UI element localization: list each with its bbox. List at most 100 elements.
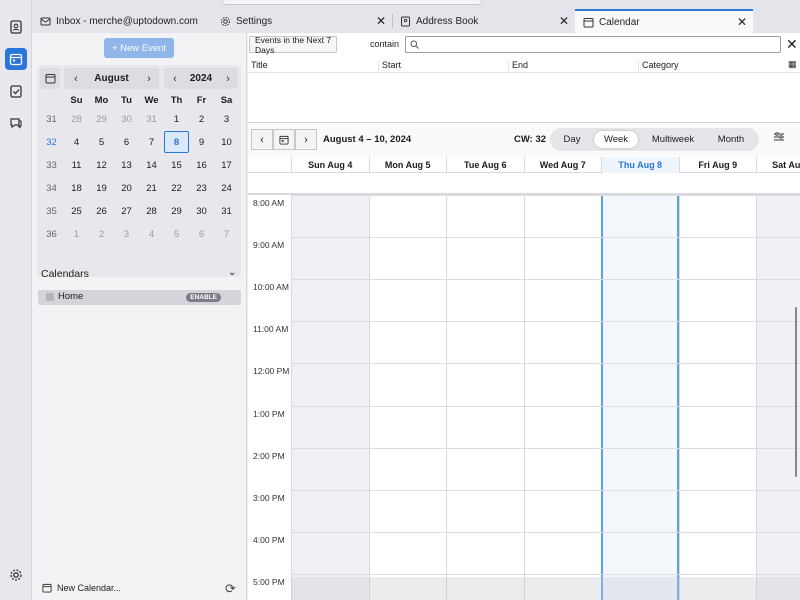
mini-calendar-day[interactable]: 1 (64, 223, 89, 246)
previous-week-button[interactable]: ‹ (251, 129, 273, 150)
enable-button[interactable]: ENABLE (186, 293, 221, 302)
mini-calendar-day[interactable]: 13 (114, 154, 139, 177)
tasks-space-icon[interactable] (5, 80, 27, 102)
mini-calendar-day[interactable]: 2 (89, 223, 114, 246)
mini-calendar-day[interactable]: 3 (114, 223, 139, 246)
mini-calendar-day[interactable]: 29 (164, 200, 189, 223)
mini-calendar-day[interactable]: 19 (89, 177, 114, 200)
prev-year-chevron-icon[interactable]: ‹ (166, 68, 184, 89)
mini-calendar-day[interactable]: 7 (139, 131, 164, 154)
day-column[interactable] (291, 195, 369, 600)
mini-calendar-day[interactable]: 2 (189, 108, 214, 131)
chevron-down-icon[interactable]: ⌄ (228, 267, 236, 278)
close-icon[interactable]: ✕ (559, 14, 569, 28)
mini-calendar-day[interactable]: 1 (164, 108, 189, 131)
mini-calendar-day[interactable]: 31 (139, 108, 164, 131)
tab-settings[interactable]: Settings ✕ (212, 10, 392, 32)
day-column[interactable] (446, 195, 524, 600)
mini-calendar-day[interactable]: 7 (214, 223, 239, 246)
day-header[interactable]: Sat Aug 10 (756, 157, 800, 173)
mini-calendar-day[interactable]: 11 (64, 154, 89, 177)
day-header[interactable]: Fri Aug 9 (678, 157, 757, 173)
mini-calendar-day[interactable]: 10 (214, 131, 239, 154)
calendar-item-home[interactable]: Home ENABLE (38, 290, 241, 305)
view-settings-icon[interactable] (773, 131, 785, 146)
next-year-chevron-icon[interactable]: › (219, 68, 237, 89)
column-category[interactable]: Category (638, 60, 679, 73)
mini-calendar-day[interactable]: 16 (189, 154, 214, 177)
settings-gear-icon[interactable] (5, 564, 27, 586)
mini-calendar-day[interactable]: 8 (164, 131, 189, 153)
next-month-chevron-icon[interactable]: › (140, 68, 158, 89)
day-column[interactable] (678, 195, 757, 600)
mini-calendar-day[interactable]: 9 (189, 131, 214, 154)
address-book-space-icon[interactable] (5, 16, 27, 38)
new-event-button[interactable]: + New Event (104, 38, 174, 58)
month-label[interactable]: August (94, 73, 128, 84)
today-button[interactable] (273, 129, 295, 150)
column-picker-icon[interactable]: ▦ (788, 59, 797, 70)
day-header[interactable]: Wed Aug 7 (523, 157, 602, 173)
mini-calendar-day[interactable]: 26 (89, 200, 114, 223)
mini-calendar-day[interactable]: 14 (139, 154, 164, 177)
new-calendar-button[interactable]: New Calendar... (42, 583, 121, 593)
week-number[interactable]: 31 (39, 108, 64, 131)
mini-calendar-day[interactable]: 21 (139, 177, 164, 200)
calendar-space-icon[interactable] (5, 48, 27, 70)
mini-calendar-day[interactable]: 29 (89, 108, 114, 131)
day-column[interactable] (756, 195, 800, 600)
view-multiweek[interactable]: Multiweek (642, 131, 704, 148)
event-search-input[interactable] (405, 36, 781, 53)
tab-address-book[interactable]: Address Book ✕ (392, 10, 575, 32)
mini-calendar-day[interactable]: 17 (214, 154, 239, 177)
column-start[interactable]: Start (378, 60, 401, 73)
mini-calendar-day[interactable]: 3 (214, 108, 239, 131)
next-week-button[interactable]: › (295, 129, 317, 150)
day-header[interactable]: Mon Aug 5 (368, 157, 447, 173)
day-column[interactable] (368, 195, 447, 600)
today-calendar-icon[interactable] (40, 68, 60, 89)
day-column[interactable] (601, 195, 679, 600)
sync-icon[interactable]: ⟳ (225, 581, 236, 597)
mini-calendar-day[interactable]: 27 (114, 200, 139, 223)
day-header[interactable]: Thu Aug 8 (601, 157, 679, 173)
mini-calendar-day[interactable]: 31 (214, 200, 239, 223)
close-icon[interactable]: ✕ (737, 15, 747, 29)
close-icon[interactable]: ✕ (376, 14, 386, 28)
tab-calendar[interactable]: Calendar ✕ (575, 9, 753, 33)
mini-calendar-day[interactable]: 28 (139, 200, 164, 223)
mini-calendar-day[interactable]: 30 (189, 200, 214, 223)
week-number[interactable]: 32 (39, 131, 64, 154)
mini-calendar-day[interactable]: 22 (164, 177, 189, 200)
view-day[interactable]: Day (554, 131, 590, 148)
drag-handle[interactable] (222, 0, 482, 5)
mini-calendar-day[interactable]: 18 (64, 177, 89, 200)
mini-calendar-day[interactable]: 12 (89, 154, 114, 177)
week-number[interactable]: 35 (39, 200, 64, 223)
mini-calendar-day[interactable]: 6 (114, 131, 139, 154)
mini-calendar-day[interactable]: 24 (214, 177, 239, 200)
week-number[interactable]: 34 (39, 177, 64, 200)
week-number[interactable]: 33 (39, 154, 64, 177)
week-scrollbar[interactable] (795, 307, 797, 477)
all-day-row[interactable] (248, 173, 800, 195)
day-header[interactable]: Tue Aug 6 (446, 157, 524, 173)
mini-calendar-day[interactable]: 20 (114, 177, 139, 200)
mini-calendar-day[interactable]: 6 (189, 223, 214, 246)
mini-calendar-day[interactable]: 25 (64, 200, 89, 223)
week-number[interactable]: 36 (39, 223, 64, 246)
column-title[interactable]: Title (248, 60, 268, 73)
mini-calendar-day[interactable]: 30 (114, 108, 139, 131)
mini-calendar-day[interactable]: 4 (64, 131, 89, 154)
year-label[interactable]: 2024 (190, 73, 212, 84)
mini-calendar-day[interactable]: 28 (64, 108, 89, 131)
column-end[interactable]: End (508, 60, 528, 73)
mini-calendar-day[interactable]: 4 (139, 223, 164, 246)
tab-inbox[interactable]: Inbox - merche@uptodown.com (32, 10, 212, 32)
close-icon[interactable]: ✕ (786, 36, 798, 53)
chat-space-icon[interactable] (5, 112, 27, 134)
event-range-select[interactable]: Events in the Next 7 Days (249, 35, 337, 55)
view-week[interactable]: Week (594, 131, 638, 148)
mini-calendar-day[interactable]: 5 (164, 223, 189, 246)
view-month[interactable]: Month (707, 131, 755, 148)
